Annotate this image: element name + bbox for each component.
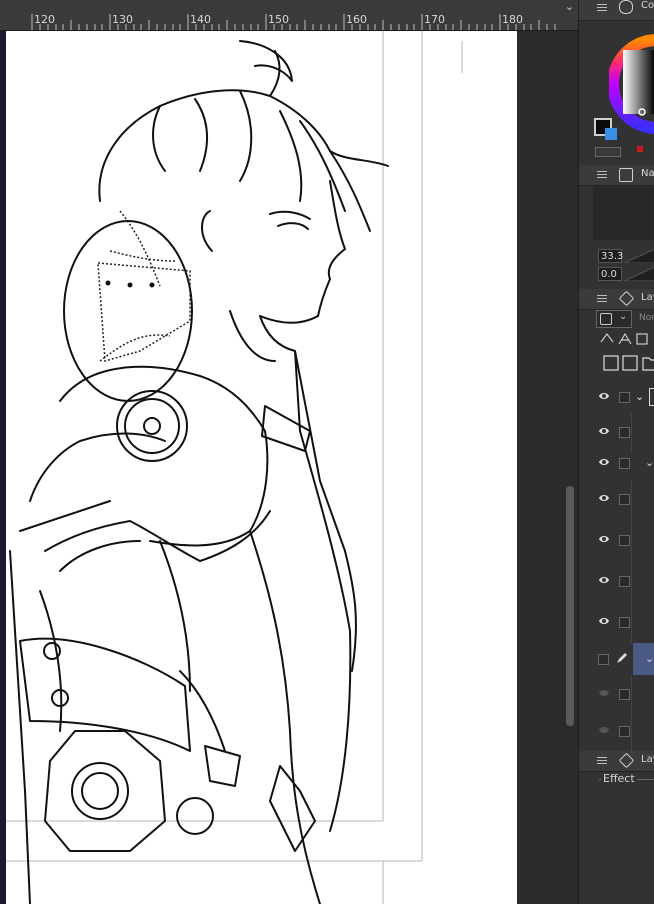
canvas-left-border [0,31,6,904]
new-folder-icon [642,357,654,371]
eye-icon[interactable] [598,687,610,699]
lock-icon [618,332,632,345]
layer-effect-panel-header[interactable]: Lay [579,751,654,772]
layer-effect-icon [618,752,635,769]
horizontal-ruler[interactable]: 120 130 140 150 160 170 180 ⌄ [0,0,578,31]
panel-menu-icon[interactable] [597,4,607,5]
eye-icon[interactable] [598,456,610,468]
ruler-label: 150 [268,13,289,26]
layer-tree-line [631,562,654,602]
layer-panel-title: Lay [641,292,654,303]
layer-lock-checkbox[interactable] [619,392,630,403]
layer-effect-panel-title: Lay [641,754,654,765]
navigator-panel-title: Na [641,168,654,179]
navigator-panel-header[interactable]: Na [579,165,654,186]
layer-row[interactable] [579,562,654,602]
layer-lock-checkbox[interactable] [619,535,630,546]
layer-thumbnail-icon [600,313,612,325]
layer-row-selected[interactable]: ⌄ [579,640,654,680]
chevron-down-icon[interactable]: ⌄ [645,456,654,469]
rotate-slider[interactable] [624,267,654,281]
layer-panel-header[interactable]: Lay [579,289,654,310]
panel-menu-icon[interactable] [597,295,607,296]
layer-row[interactable]: ⌄ [579,444,654,484]
layer-lock-checkbox[interactable] [619,726,630,737]
layer-tree-line [631,712,654,752]
layer-row[interactable]: ⌄ [579,378,654,418]
navigator-icon [619,168,633,182]
layer-lock-checkbox[interactable] [619,427,630,438]
sub-color-swatch[interactable] [605,128,617,140]
canvas-area[interactable] [0,31,578,904]
navigator-preview[interactable] [593,186,654,240]
zoom-field[interactable]: 33.3 [598,249,623,263]
ruler-ticks [31,14,556,30]
chevron-down-icon[interactable]: ⌄ [565,0,574,13]
eye-icon[interactable] [598,574,610,586]
ruler-label: 180 [502,13,523,26]
lineart-drawing [0,31,463,904]
eye-icon[interactable] [598,425,610,437]
layer-lock-checkbox[interactable] [619,689,630,700]
layer-toolbar-top [600,332,648,345]
clip-icon [600,333,614,343]
transparent-color-swatch[interactable] [595,147,621,157]
blend-mode-field[interactable]: Nor [635,310,654,326]
effect-label: Effect [601,772,637,785]
color-panel-title: Co [641,0,654,11]
ruler-label: 120 [34,13,55,26]
color-wheel-icon [619,0,633,14]
layer-lock-checkbox[interactable] [619,494,630,505]
ruler-label: 130 [112,13,133,26]
layer-lock-checkbox[interactable] [619,617,630,628]
eye-icon[interactable] [598,492,610,504]
layer-visibility-checkbox[interactable] [598,654,609,665]
new-vector-layer-icon [622,355,638,371]
layer-row[interactable] [579,675,654,715]
eye-icon[interactable] [598,724,610,736]
layer-lock-checkbox[interactable] [619,458,630,469]
layer-toolbar[interactable] [601,352,654,374]
layer-property-icon [618,290,635,307]
color-indicator [637,146,643,152]
ruler-label: 160 [346,13,367,26]
eye-icon[interactable] [598,615,610,627]
folder-icon [649,388,654,406]
zoom-slider[interactable] [624,249,654,263]
eye-icon[interactable] [598,390,610,402]
pencil-icon [617,653,627,663]
layer-tree-line [631,675,654,715]
eye-icon[interactable] [598,533,610,545]
ruler-label: 170 [424,13,445,26]
drawing-paper[interactable] [0,31,517,904]
layer-lock-checkbox[interactable] [619,576,630,587]
panel-menu-icon[interactable] [597,757,607,758]
reference-icon [636,333,648,345]
chevron-down-icon: ⌄ [619,311,628,322]
ruler-label: 140 [190,13,211,26]
chevron-down-icon[interactable]: ⌄ [635,390,644,403]
new-layer-icon [603,355,619,371]
right-dock-panel: Co Na 33.3 0.0 Lay [578,0,654,904]
layer-tree-line [631,480,654,520]
layer-row[interactable] [579,521,654,561]
chevron-down-icon[interactable]: ⌄ [645,652,654,665]
layer-row[interactable] [579,603,654,643]
blend-mode-select[interactable]: ⌄ [596,310,632,328]
layer-tree-line [631,521,654,561]
layer-tree-line [631,603,654,643]
layer-row[interactable] [579,712,654,752]
rotate-field[interactable]: 0.0 [598,267,622,281]
vertical-scrollbar[interactable] [566,486,574,726]
panel-menu-icon[interactable] [597,171,607,172]
layer-row[interactable] [579,480,654,520]
